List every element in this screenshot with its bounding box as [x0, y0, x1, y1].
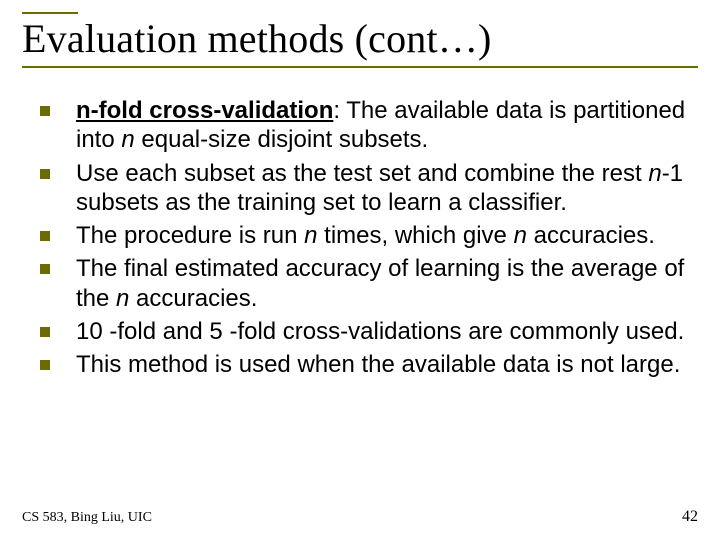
bullet-text: equal-size disjoint subsets. [135, 126, 428, 153]
list-item: n-fold cross-validation: The available d… [34, 96, 698, 155]
bullet-list: n-fold cross-validation: The available d… [34, 96, 698, 379]
page-title: Evaluation methods (cont…) [22, 18, 698, 60]
footer-left: CS 583, Bing Liu, UIC [22, 510, 152, 526]
bullet-text: accuracies. [129, 285, 257, 312]
bullet-italic: n [514, 222, 527, 249]
bullet-bold-underline: n-fold cross-validation [76, 97, 333, 124]
list-item: Use each subset as the test set and comb… [34, 159, 698, 218]
bullet-text: accuracies. [527, 222, 655, 249]
list-item: The final estimated accuracy of learning… [34, 254, 698, 313]
title-rule: Evaluation methods (cont…) [22, 12, 698, 68]
slide-number: 42 [682, 508, 698, 526]
bullet-text: Use each subset as the test set and comb… [76, 160, 648, 187]
list-item: The procedure is run n times, which give… [34, 221, 698, 250]
bullet-italic: n [121, 126, 134, 153]
bullet-text: 10 -fold and 5 -fold cross-validations a… [76, 318, 684, 345]
body: n-fold cross-validation: The available d… [22, 96, 698, 379]
bullet-italic: n [304, 222, 317, 249]
bullet-text: times, which give [317, 222, 513, 249]
bullet-italic: n [648, 160, 661, 187]
list-item: This method is used when the available d… [34, 350, 698, 379]
bullet-text: This method is used when the available d… [76, 351, 680, 378]
bullet-text: The procedure is run [76, 222, 304, 249]
slide: Evaluation methods (cont…) n-fold cross-… [0, 0, 720, 540]
bullet-italic: n [116, 285, 129, 312]
list-item: 10 -fold and 5 -fold cross-validations a… [34, 317, 698, 346]
